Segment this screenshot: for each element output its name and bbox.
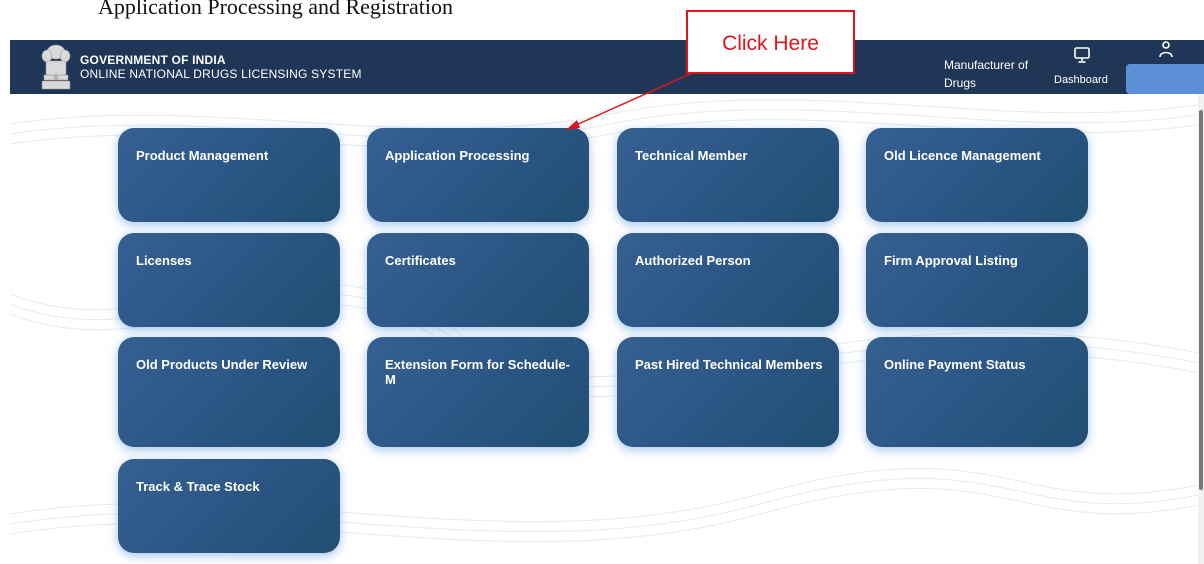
tile-label: Authorized Person (635, 253, 751, 268)
org-title: GOVERNMENT OF INDIA (80, 53, 226, 67)
tile-old-licence-management[interactable]: Old Licence Management (866, 128, 1088, 222)
tile-technical-member[interactable]: Technical Member (617, 128, 839, 222)
callout-text: Click Here (722, 32, 819, 55)
user-role-line2: Drugs (944, 76, 977, 90)
tile-firm-approval-listing[interactable]: Firm Approval Listing (866, 233, 1088, 327)
tile-label: Application Processing (385, 148, 530, 163)
click-here-callout: Click Here (686, 10, 855, 74)
tile-product-management[interactable]: Product Management (118, 128, 340, 222)
user-role-line1: Manufacturer of (944, 58, 1029, 72)
tile-label: Licenses (136, 253, 192, 268)
top-navbar: GOVERNMENT OF INDIA ONLINE NATIONAL DRUG… (10, 40, 1204, 94)
tile-application-processing[interactable]: Application Processing (367, 128, 589, 222)
dashboard-link[interactable]: Dashboard (1054, 74, 1108, 86)
tile-online-payment-status[interactable]: Online Payment Status (866, 337, 1088, 447)
tile-authorized-person[interactable]: Authorized Person (617, 233, 839, 327)
tile-label: Old Licence Management (884, 148, 1041, 163)
state-emblem-icon (41, 44, 71, 90)
tile-label: Extension Form for Schedule-M (385, 357, 570, 387)
tile-label: Technical Member (635, 148, 748, 163)
tile-label: Track & Trace Stock (136, 479, 260, 494)
scrollbar-thumb[interactable] (1199, 110, 1203, 490)
user-menu-button[interactable] (1126, 64, 1204, 94)
tile-label: Old Products Under Review (136, 357, 308, 372)
document-caption: Application Processing and Registration (98, 0, 453, 19)
user-icon[interactable] (1158, 40, 1174, 58)
tile-label: Certificates (385, 253, 456, 268)
tile-label: Firm Approval Listing (884, 253, 1018, 268)
tile-label: Past Hired Technical Members (635, 357, 823, 372)
tile-licenses[interactable]: Licenses (118, 233, 340, 327)
tile-extension-form-schedule-m[interactable]: Extension Form for Schedule-M (367, 337, 589, 447)
tile-track-trace-stock[interactable]: Track & Trace Stock (118, 459, 340, 553)
tile-label: Product Management (136, 148, 269, 163)
system-title: ONLINE NATIONAL DRUGS LICENSING SYSTEM (80, 67, 362, 81)
monitor-icon[interactable] (1073, 46, 1091, 64)
tile-label: Online Payment Status (884, 357, 1026, 372)
tile-past-hired-technical-members[interactable]: Past Hired Technical Members (617, 337, 839, 447)
tile-old-products-under-review[interactable]: Old Products Under Review (118, 337, 340, 447)
tile-certificates[interactable]: Certificates (367, 233, 589, 327)
